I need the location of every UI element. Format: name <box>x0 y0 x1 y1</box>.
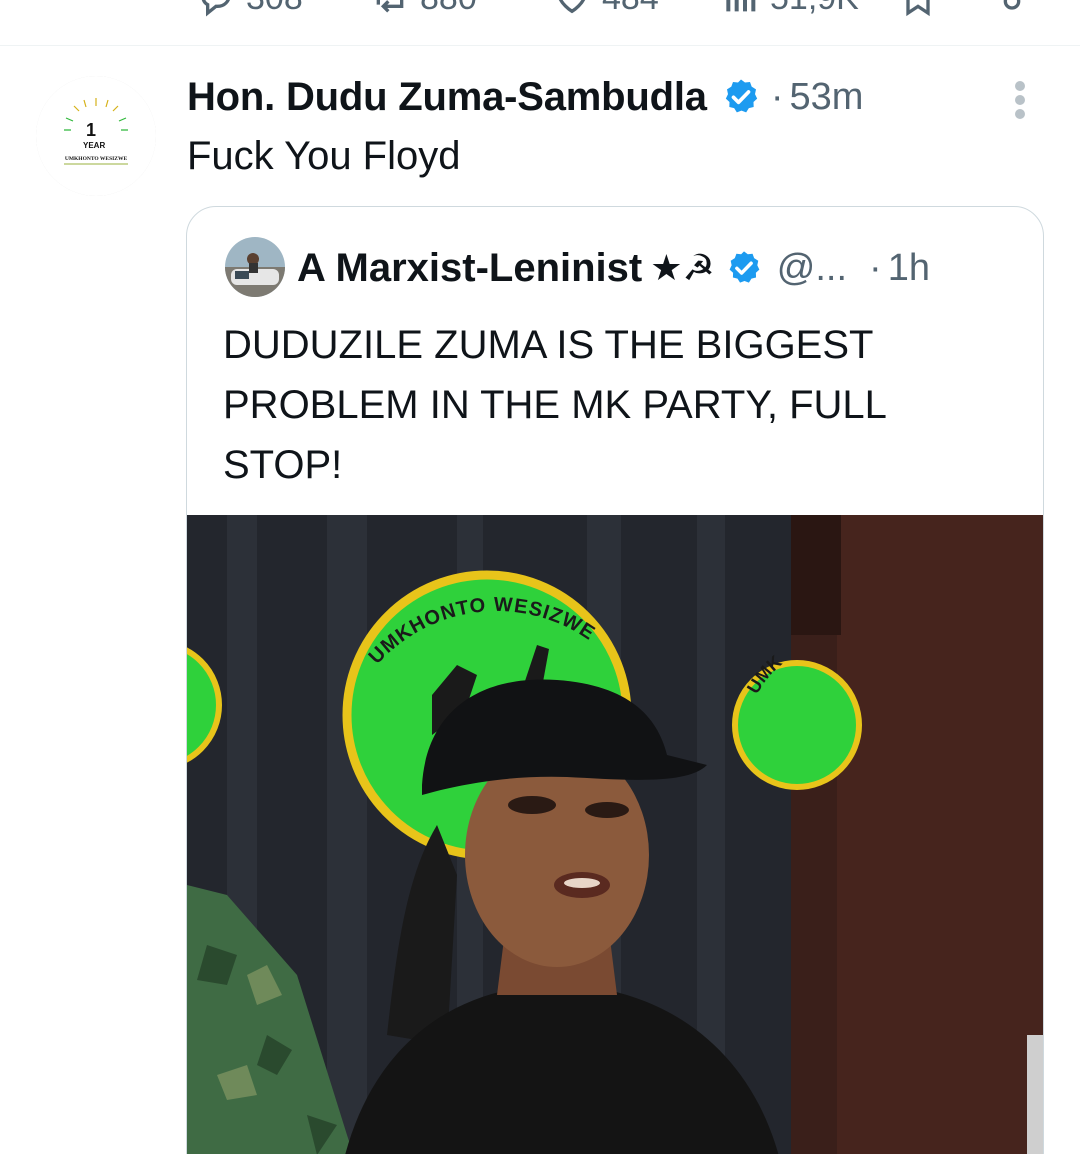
svg-text:1: 1 <box>86 120 96 140</box>
like-icon <box>558 0 586 14</box>
views-icon <box>726 0 756 12</box>
bookmark-button[interactable] <box>898 0 938 18</box>
svg-text:UMKHONTO WESIZWE: UMKHONTO WESIZWE <box>65 156 128 162</box>
like-button[interactable]: 484 <box>552 0 659 18</box>
reply-button[interactable]: 308 <box>196 0 303 18</box>
reply-icon <box>201 0 230 17</box>
quoted-tweet-text: DUDUZILE ZUMA IS THE BIGGEST PROBLEM IN … <box>223 323 886 487</box>
views-button[interactable]: 51,9K <box>720 0 859 18</box>
quoted-tweet-header: A Marxist-Leninist ★☭ @... · 1h <box>297 243 930 293</box>
verified-icon <box>729 251 760 283</box>
views-count: 51,9K <box>770 0 859 18</box>
tweet-header: Hon. Dudu Zuma-Sambudla · 53m <box>187 72 863 122</box>
star-hammer-sickle-emoji: ★☭ <box>650 247 715 288</box>
like-count: 484 <box>602 0 659 18</box>
svg-text:YEAR: YEAR <box>83 141 105 150</box>
previous-tweet-actions: 308 880 484 51,9K <box>0 0 1080 46</box>
quoted-tweet-photo[interactable]: UMKHONTO WESIZWE UMK <box>187 515 1043 1154</box>
quoted-handle: @... <box>776 246 848 289</box>
quoted-author-avatar <box>225 237 285 297</box>
verified-icon <box>725 79 758 113</box>
tweet-text: Fuck You Floyd <box>187 134 461 178</box>
share-icon <box>1003 0 1021 10</box>
reply-count: 308 <box>246 0 303 18</box>
separator-dot: · <box>770 75 784 118</box>
quoted-display-name: A Marxist-Leninist <box>297 245 643 290</box>
repost-count: 880 <box>420 0 477 18</box>
quoted-tweet-card[interactable]: A Marxist-Leninist ★☭ @... · 1h DUDUZILE… <box>186 206 1044 1154</box>
separator-dot: · <box>869 246 882 289</box>
author-display-name[interactable]: Hon. Dudu Zuma-Sambudla <box>187 75 707 120</box>
more-icon[interactable] <box>1006 78 1034 122</box>
tweet-time[interactable]: 53m <box>790 76 864 119</box>
anniversary-logo: 1 YEAR UMKHONTO WESIZWE <box>36 76 156 196</box>
share-button[interactable] <box>992 0 1032 18</box>
repost-icon <box>376 0 404 13</box>
author-avatar[interactable]: 1 YEAR UMKHONTO WESIZWE <box>36 76 156 196</box>
divider <box>0 45 1080 46</box>
repost-button[interactable]: 880 <box>370 0 477 18</box>
bookmark-icon <box>906 0 930 17</box>
quoted-time: 1h <box>887 246 930 289</box>
